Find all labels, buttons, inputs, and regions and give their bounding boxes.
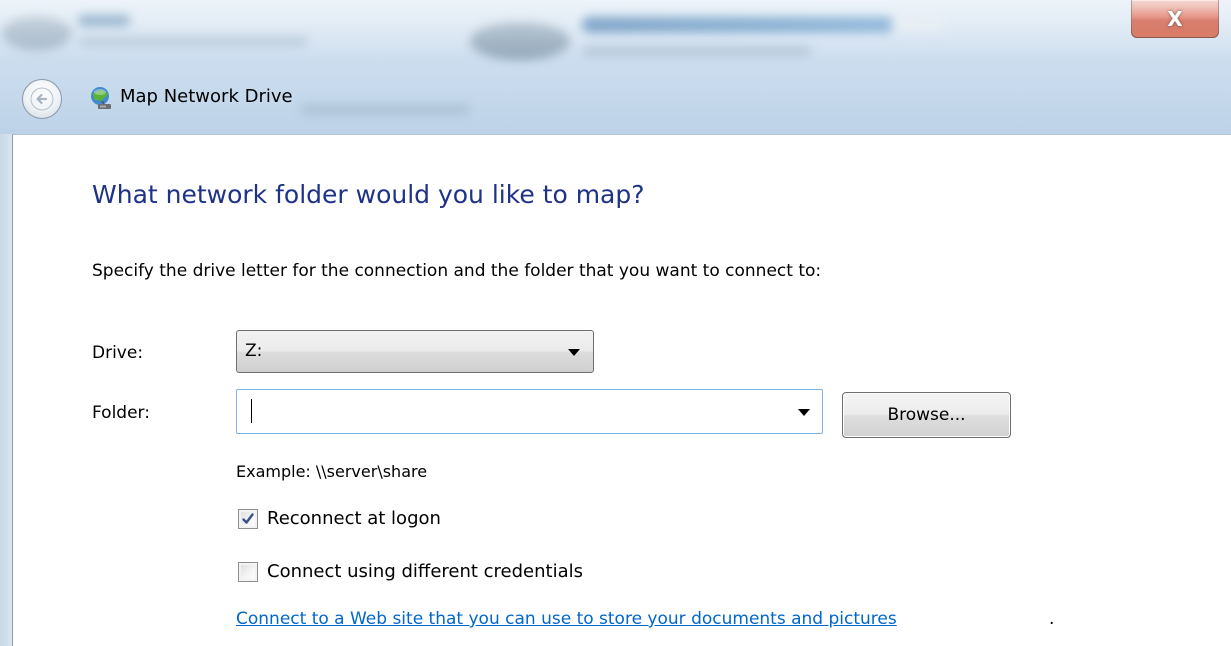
background-drive-bar	[78, 14, 130, 26]
window-title: Map Network Drive	[120, 86, 293, 107]
back-button[interactable]	[22, 79, 62, 119]
page-heading: What network folder would you like to ma…	[92, 180, 645, 209]
background-text	[78, 36, 308, 46]
chevron-down-icon	[568, 349, 580, 356]
drive-label: Drive:	[92, 343, 144, 363]
background-drive-bar	[582, 16, 944, 32]
close-icon: X	[1167, 6, 1183, 31]
reconnect-checkbox[interactable]	[238, 508, 258, 529]
drive-select[interactable]: Z:	[236, 330, 594, 373]
credentials-label[interactable]: Connect using different credentials	[267, 561, 583, 582]
link-period: .	[1049, 609, 1055, 629]
back-arrow-icon	[30, 87, 54, 111]
credentials-option[interactable]: Connect using different credentials	[238, 561, 583, 582]
web-site-link[interactable]: Connect to a Web site that you can use t…	[236, 609, 897, 629]
browse-button[interactable]: Browse...	[842, 392, 1011, 438]
close-button[interactable]: X	[1131, 0, 1219, 38]
title-bar-glass: X Map Network Drive	[0, 0, 1231, 134]
folder-input[interactable]	[245, 397, 785, 427]
background-text	[300, 104, 470, 116]
text-cursor	[251, 399, 252, 423]
drive-select-value: Z:	[245, 341, 263, 361]
chevron-down-icon[interactable]	[798, 409, 810, 416]
window-frame-edge	[0, 134, 12, 646]
example-text: Example: \\server\share	[236, 462, 428, 481]
credentials-checkbox[interactable]	[238, 561, 258, 582]
network-drive-icon	[91, 87, 111, 109]
background-drive-icon	[470, 22, 570, 60]
background-text	[582, 46, 812, 56]
reconnect-option[interactable]: Reconnect at logon	[238, 508, 441, 529]
background-drive-icon	[2, 16, 72, 50]
folder-combobox[interactable]	[236, 389, 823, 434]
folder-label: Folder:	[92, 403, 150, 423]
checkmark-icon	[242, 512, 254, 524]
reconnect-label[interactable]: Reconnect at logon	[267, 508, 441, 529]
instruction-text: Specify the drive letter for the connect…	[92, 261, 822, 281]
